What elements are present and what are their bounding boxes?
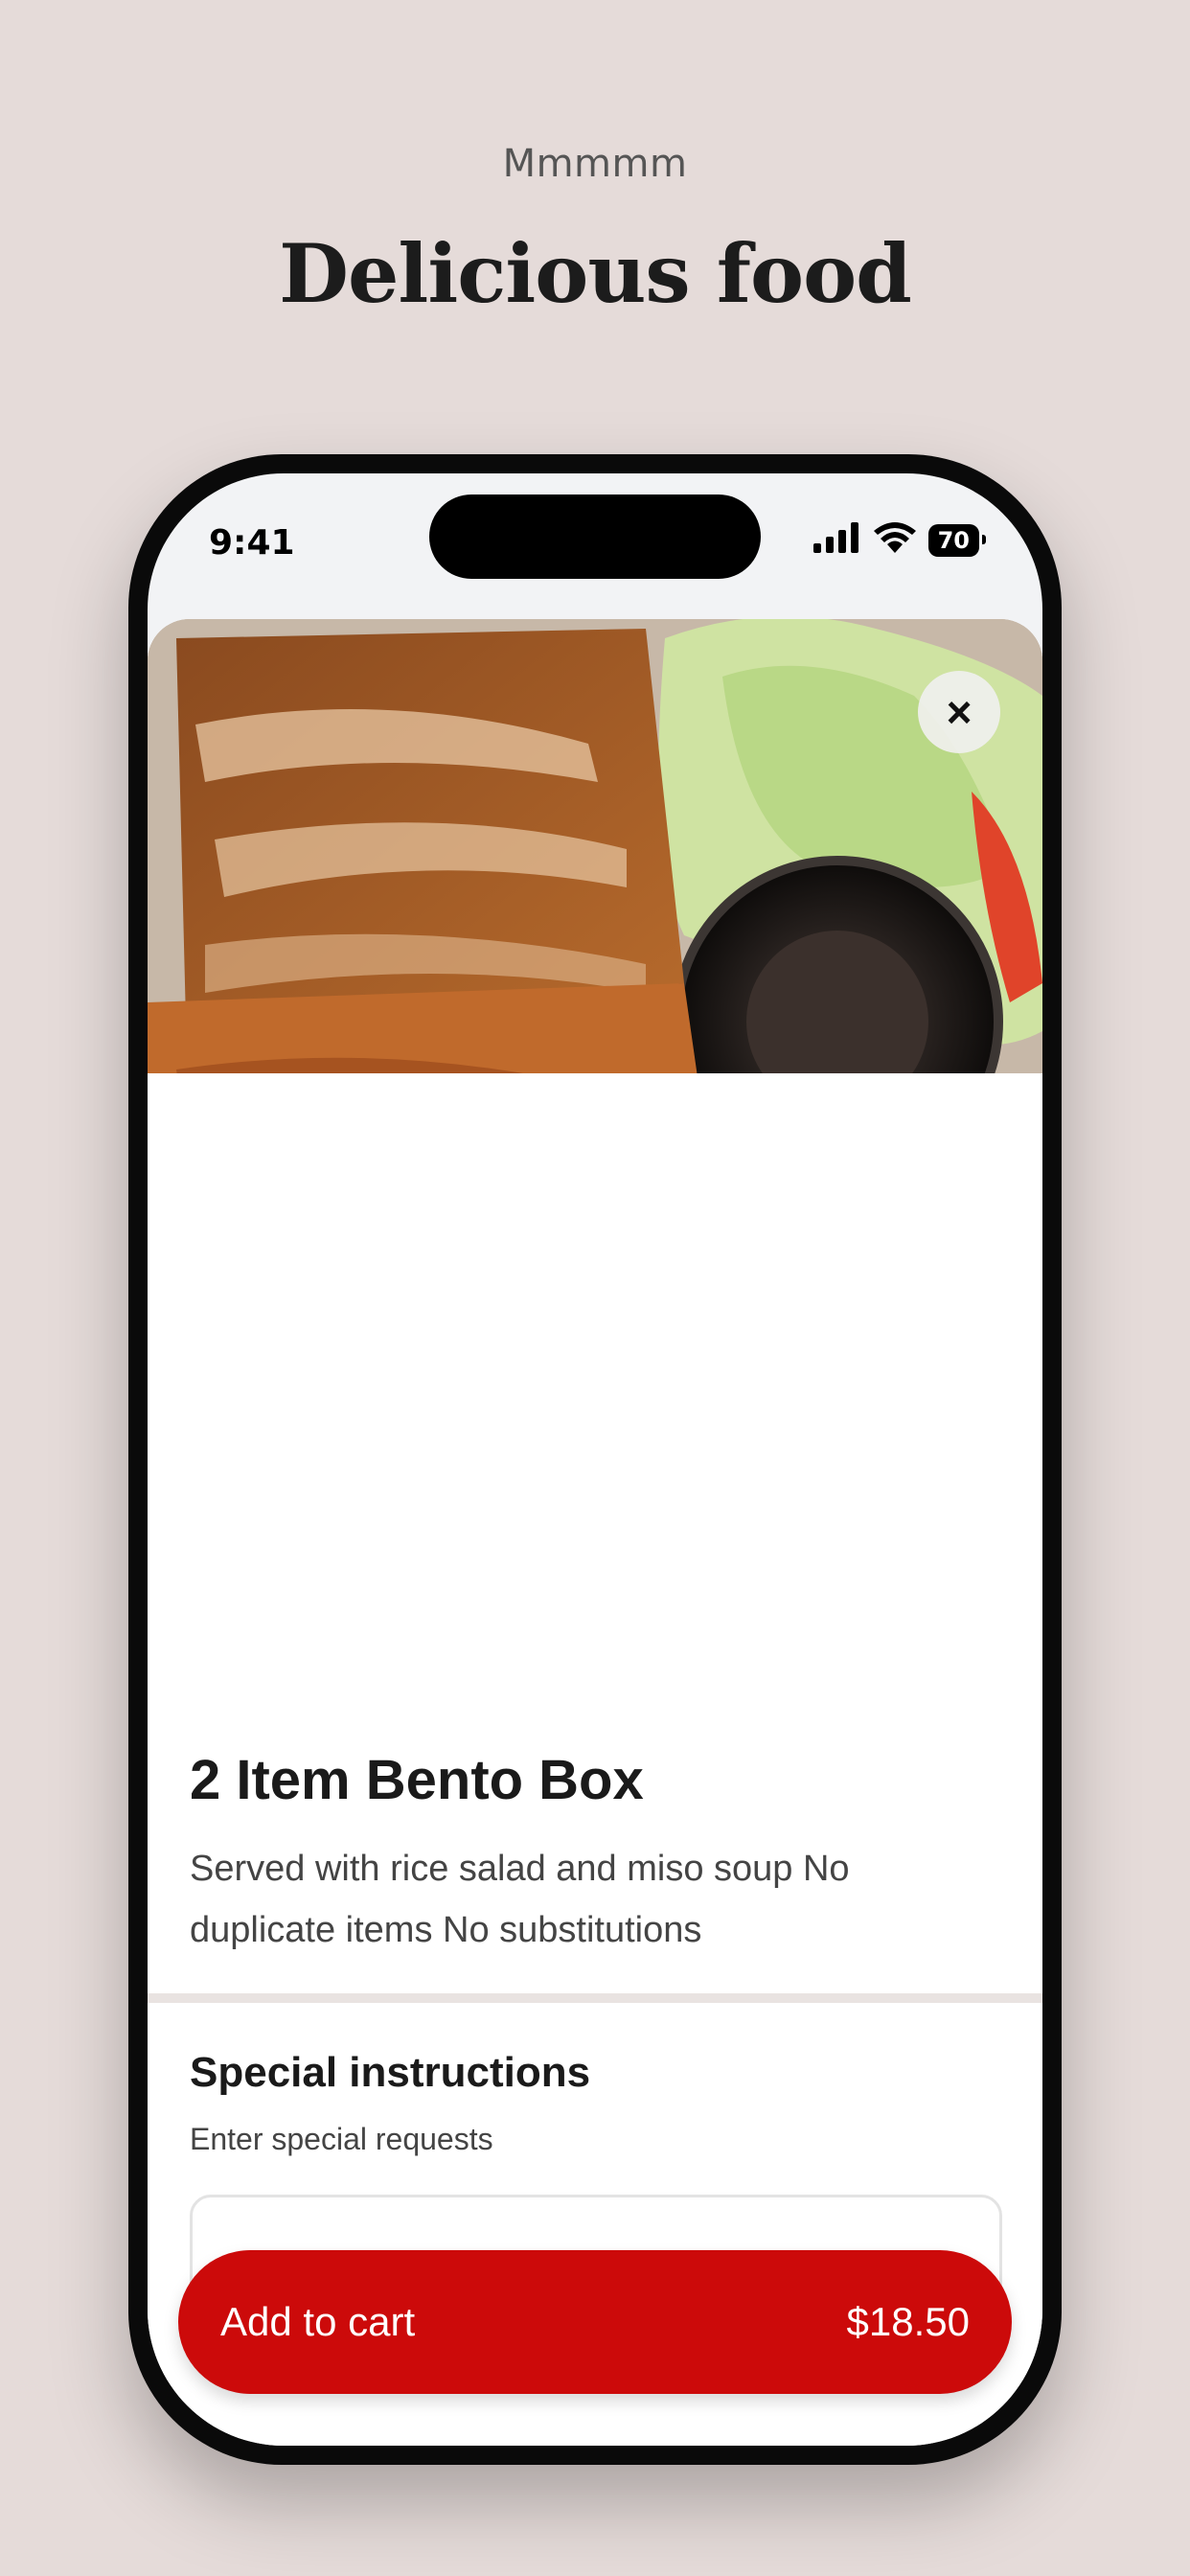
close-button[interactable]: × <box>918 671 1000 753</box>
phone-screen: 9:41 70 × 2 Item Bento Box Served with r… <box>148 473 1042 2446</box>
phone-frame: 9:41 70 × 2 Item Bento Box Served with r… <box>128 454 1062 2465</box>
section-divider <box>148 1993 1042 2003</box>
close-icon: × <box>946 687 973 737</box>
battery-indicator: 70 <box>927 523 987 557</box>
dynamic-island <box>429 494 761 579</box>
special-instructions-title: Special instructions <box>190 2049 591 2096</box>
add-to-cart-label: Add to cart <box>220 2299 416 2344</box>
header-kicker: Mmmmm <box>502 142 688 186</box>
status-icons: 70 <box>812 521 987 559</box>
product-title: 2 Item Bento Box <box>190 1749 644 1811</box>
product-description: Served with rice salad and miso soup No … <box>190 1849 850 1950</box>
special-instructions-subtitle: Enter special requests <box>190 2122 493 2156</box>
add-to-cart-button[interactable]: Add to cart $18.50 <box>178 2250 1012 2394</box>
wifi-icon <box>873 521 917 559</box>
status-time: 9:41 <box>209 523 295 563</box>
headline: Delicious food <box>279 226 912 321</box>
cart-price: $18.50 <box>846 2299 970 2344</box>
cellular-signal-icon <box>812 522 861 558</box>
